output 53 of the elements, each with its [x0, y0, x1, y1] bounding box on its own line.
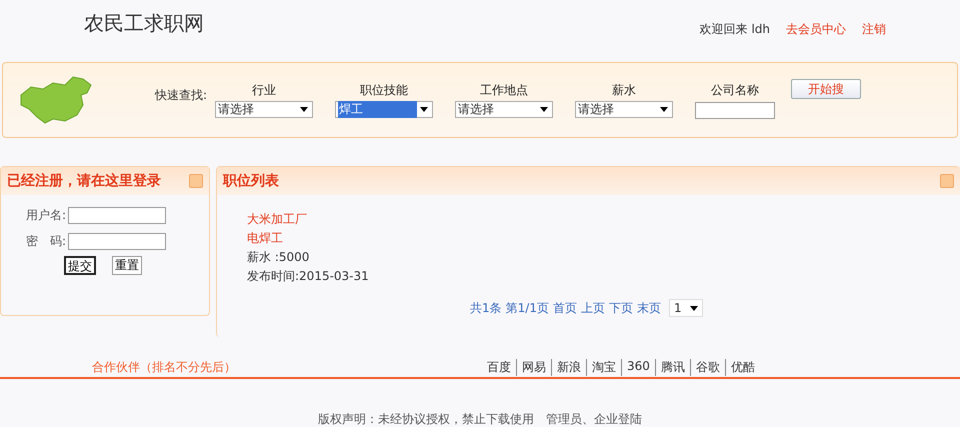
date-text: 发布时间:2015-03-31 [247, 268, 370, 285]
welcome-text: 欢迎回来 ldh [700, 20, 770, 38]
copyright-text: 版权声明：未经协议授权，禁止下载使用 [318, 411, 534, 427]
dropdown[interactable]: 请选择 [455, 101, 554, 118]
form-button[interactable]: 提交 [64, 256, 96, 275]
pager-link[interactable]: 末页 [636, 300, 661, 316]
caret-icon [300, 107, 308, 112]
partner-link[interactable]: 淘宝 [586, 358, 621, 376]
salary-text: 薪水 :5000 [247, 249, 310, 266]
partner-link[interactable]: 百度 [482, 358, 516, 376]
partner-link[interactable]: 优酷 [724, 358, 760, 376]
pager-link[interactable]: 首页 [552, 300, 577, 316]
input-field[interactable] [68, 233, 166, 250]
field-label: 公司名称 [711, 82, 760, 98]
field-label: 用户名: [24, 207, 66, 224]
dropdown[interactable]: 请选择 [575, 101, 674, 118]
field-label: 薪水 [612, 82, 636, 99]
company-link[interactable]: 大米加工厂 [247, 211, 960, 228]
separator-text: 、 [582, 412, 594, 426]
site-title: 农民工求职网 [84, 10, 204, 37]
caret-icon [540, 107, 548, 112]
dropdown[interactable]: 请选择 [215, 101, 314, 118]
partners-title: 合作伙伴（排名不分先后） [92, 358, 237, 376]
header-link[interactable]: 注销 [862, 20, 886, 38]
panel-title: 已经注册，请在这里登录 [7, 172, 161, 190]
pager-link[interactable]: 下页 [608, 300, 633, 316]
panel-title: 职位列表 [223, 172, 279, 190]
pager-link[interactable]: 上页 [580, 300, 605, 316]
field-label: 密 码: [24, 233, 66, 250]
partner-link[interactable]: 新浪 [551, 358, 586, 376]
dropdown[interactable]: 焊工 [335, 101, 434, 118]
page-dropdown[interactable]: 1 [668, 299, 703, 317]
position-link[interactable]: 电焊工 [247, 230, 960, 247]
caret-icon [660, 107, 668, 112]
pager-link[interactable]: 第1/1页 [506, 300, 549, 316]
partner-link[interactable]: 腾讯 [654, 358, 690, 376]
pager-link[interactable]: 共1条 [470, 300, 502, 316]
field-label: 工作地点 [480, 82, 528, 99]
quick-search-label: 快速查找: [155, 86, 208, 104]
search-button[interactable]: 开始搜 [791, 79, 862, 99]
company-input[interactable] [695, 102, 776, 118]
caret-icon [690, 306, 698, 310]
partner-link[interactable]: 谷歌 [690, 358, 725, 376]
partner-link[interactable]: 360 [621, 358, 655, 376]
field-label: 职位技能 [360, 82, 408, 99]
footer-link[interactable]: 管理员 [546, 412, 582, 426]
header-link[interactable]: 去会员中心 [786, 20, 846, 38]
form-button[interactable]: 重置 [112, 256, 142, 275]
footer-link[interactable]: 企业登陆 [594, 412, 642, 426]
partner-link[interactable]: 网易 [516, 358, 551, 376]
field-label: 行业 [252, 82, 276, 99]
input-field[interactable] [68, 207, 166, 224]
caret-icon [420, 107, 428, 112]
